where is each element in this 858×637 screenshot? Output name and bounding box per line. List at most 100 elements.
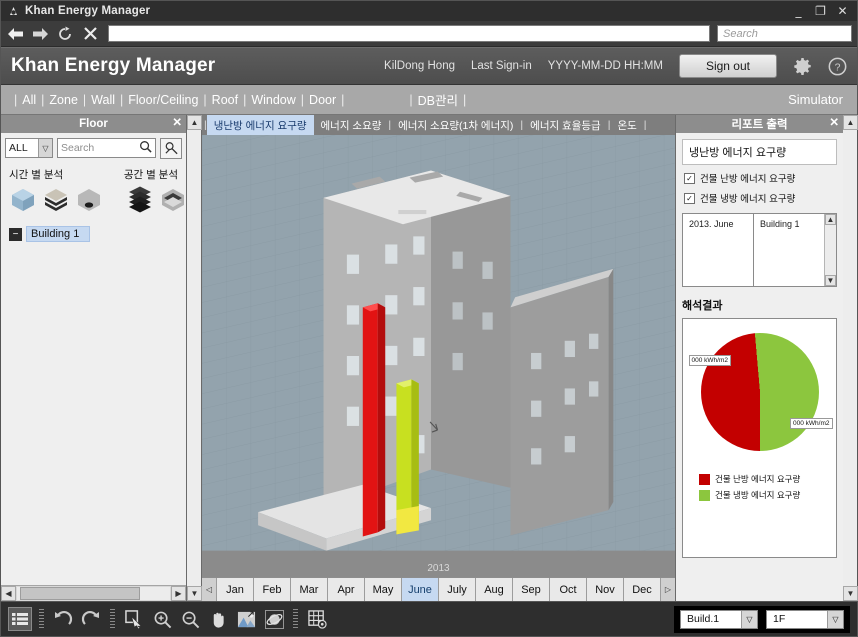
floor-select[interactable]: 1F ▽ [766, 609, 844, 629]
building-tree: − Building 1 [1, 214, 186, 585]
month-tab-apr[interactable]: Apr [328, 578, 365, 601]
maximize-icon[interactable]: ❐ [814, 5, 827, 17]
report-panel-title: 리포트 출력 [731, 119, 788, 131]
center-area: | 냉난방 에너지 요구량 에너지 소요량 | 에너지 소요량(1차 에너지) … [202, 115, 675, 601]
scroll-up-icon[interactable]: ▲ [187, 115, 202, 130]
cube-hex-layer-icon[interactable] [159, 186, 187, 214]
select-cursor-icon[interactable] [122, 607, 146, 631]
reload-icon[interactable] [56, 25, 74, 43]
tree-node-building-1[interactable]: Building 1 [26, 226, 91, 242]
menu-separator: | [341, 92, 345, 107]
month-tab-aug[interactable]: Aug [476, 578, 513, 601]
tab-heating-cooling-demand[interactable]: 냉난방 에너지 요구량 [206, 115, 314, 135]
table-vscrollbar[interactable]: ▲ ▼ [824, 214, 836, 286]
month-tab-mar[interactable]: Mar [291, 578, 328, 601]
tab-energy-efficiency-grade[interactable]: 에너지 효율등급 [523, 115, 608, 135]
hscroll-thumb[interactable] [20, 587, 140, 600]
table-scroll-up-icon[interactable]: ▲ [825, 214, 836, 225]
stop-icon[interactable] [81, 25, 99, 43]
scroll-down-icon[interactable]: ▼ [187, 586, 202, 601]
result-tab-bar: | 냉난방 에너지 요구량 에너지 소요량 | 에너지 소요량(1차 에너지) … [202, 115, 675, 135]
month-next-icon[interactable]: ▷ [661, 578, 675, 601]
report-vscroll-track[interactable] [843, 130, 857, 586]
tab-energy-consumption[interactable]: 에너지 소요량 [314, 115, 389, 135]
floor-panel-vscrollbar[interactable]: ▲ ▼ [187, 115, 202, 601]
advanced-search-icon[interactable] [160, 137, 182, 159]
menu-item-door[interactable]: Door [309, 93, 336, 107]
list-view-icon[interactable] [8, 607, 32, 631]
pan-hand-icon[interactable] [206, 607, 230, 631]
month-tab-dec[interactable]: Dec [624, 578, 661, 601]
scroll-left-icon[interactable]: ◀ [1, 586, 16, 601]
checkbox-cooling-demand[interactable]: ✓ [684, 192, 695, 204]
checkbox-heating-demand[interactable]: ✓ [684, 172, 695, 184]
redo-icon[interactable] [79, 607, 103, 631]
checkbox-heating-demand-label: 건물 난방 에너지 요구량 [700, 174, 796, 185]
menu-item-wall[interactable]: Wall [91, 93, 115, 107]
floor-panel-hscrollbar[interactable]: ◀ ▶ [1, 585, 186, 601]
month-tab-nov[interactable]: Nov [587, 578, 624, 601]
month-tab-july[interactable]: July [439, 578, 476, 601]
fit-view-icon[interactable] [234, 607, 258, 631]
chevron-down-icon: ▽ [38, 139, 52, 157]
svg-text:?: ? [835, 62, 841, 73]
month-tab-jan[interactable]: Jan [216, 578, 254, 601]
menu-item-all[interactable]: All [22, 93, 36, 107]
help-icon[interactable]: ? [828, 57, 847, 76]
month-tab-oct[interactable]: Oct [550, 578, 587, 601]
menu-item-floor-ceiling[interactable]: Floor/Ceiling [128, 93, 198, 107]
month-prev-icon[interactable]: ◁ [202, 578, 216, 601]
search-placeholder: Search [723, 27, 758, 40]
floor-filter-select[interactable]: ALL ▽ [5, 138, 53, 158]
menu-items-group: | All | Zone | Wall | Floor/Ceiling | Ro… [9, 90, 471, 109]
menu-item-db-management[interactable]: DB관리 [418, 90, 458, 109]
cube-dot-icon[interactable] [75, 186, 103, 214]
month-tab-june[interactable]: June [402, 578, 439, 601]
menu-separator: | [300, 92, 305, 107]
month-tab-feb[interactable]: Feb [254, 578, 291, 601]
month-tab-sep[interactable]: Sep [513, 578, 550, 601]
minimize-icon[interactable]: _ [792, 5, 805, 17]
table-scroll-down-icon[interactable]: ▼ [825, 275, 836, 286]
cube-blue-icon[interactable] [9, 186, 37, 214]
3d-viewport[interactable]: 2013 [202, 135, 675, 577]
cube-stack-icon[interactable] [126, 186, 154, 214]
tree-collapse-toggle[interactable]: − [9, 227, 22, 241]
address-input[interactable] [108, 25, 710, 42]
floor-search-input[interactable]: Search [57, 138, 156, 158]
menu-item-window[interactable]: Window [251, 93, 295, 107]
back-arrow-icon[interactable] [6, 25, 24, 43]
report-scroll-down-icon[interactable]: ▼ [843, 586, 858, 601]
tab-temperature[interactable]: 온도 [610, 115, 643, 135]
application-window: Khan Energy Manager _ ❐ ✕ Search Khan En… [0, 0, 858, 637]
user-name: KilDong Hong [384, 60, 455, 72]
search-icon [139, 140, 152, 156]
cube-layered-dark-icon[interactable] [42, 186, 70, 214]
hscroll-track[interactable] [17, 587, 170, 600]
undo-icon[interactable] [51, 607, 75, 631]
tab-primary-energy-consumption[interactable]: 에너지 소요량(1차 에너지) [391, 115, 520, 135]
zoom-in-icon[interactable] [150, 607, 174, 631]
zoom-out-icon[interactable] [178, 607, 202, 631]
menu-item-zone[interactable]: Zone [49, 93, 78, 107]
report-panel-close-icon[interactable]: ✕ [829, 116, 839, 131]
close-icon[interactable]: ✕ [836, 5, 849, 17]
header-right-group: KilDong Hong Last Sign-in YYYY-MM-DD HH:… [384, 54, 847, 78]
report-panel-vscrollbar[interactable]: ▲ ▼ [843, 115, 858, 601]
building-select[interactable]: Build.1 ▽ [680, 609, 758, 629]
legend-swatch-heating [699, 473, 710, 485]
floor-panel: Floor ✕ ALL ▽ Search 시간 별 분석 공간 별 분석 − B… [1, 115, 187, 601]
report-summary-table[interactable]: 2013. June Building 1 ▲ ▼ [682, 213, 837, 287]
report-scroll-up-icon[interactable]: ▲ [843, 115, 858, 130]
sign-out-button[interactable]: Sign out [678, 54, 777, 78]
orbit-rotate-icon[interactable] [262, 607, 286, 631]
grid-settings-icon[interactable] [305, 607, 329, 631]
browser-search-input[interactable]: Search [717, 25, 852, 42]
forward-arrow-icon[interactable] [31, 25, 49, 43]
floor-panel-close-icon[interactable]: ✕ [172, 116, 182, 131]
scroll-right-icon[interactable]: ▶ [171, 586, 186, 601]
vscroll-track[interactable] [187, 130, 201, 586]
month-tab-may[interactable]: May [365, 578, 402, 601]
gear-icon[interactable] [793, 57, 812, 76]
menu-item-roof[interactable]: Roof [212, 93, 238, 107]
